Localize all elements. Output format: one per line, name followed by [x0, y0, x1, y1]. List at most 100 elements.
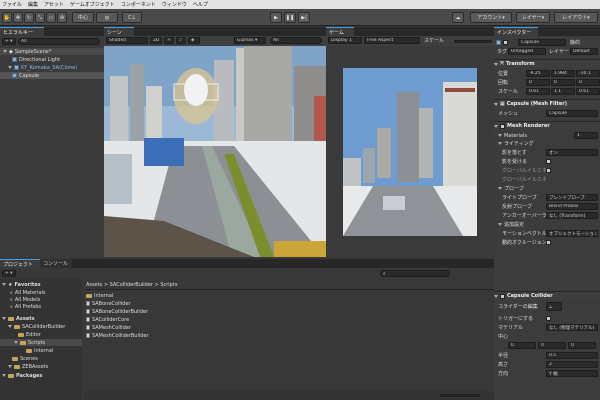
scale-slider[interactable]	[454, 40, 492, 43]
center-z[interactable]: 0	[568, 342, 596, 349]
transform-tool-icon[interactable]: ⊕	[57, 12, 67, 23]
radius-field[interactable]: 0.5	[546, 352, 598, 359]
hierarchy-search-input[interactable]: All	[18, 38, 100, 45]
meshrenderer-header[interactable]: Mesh Renderer	[494, 121, 600, 130]
menu-help[interactable]: ヘルプ	[193, 1, 208, 8]
2d-toggle[interactable]: 2D	[150, 37, 162, 44]
tree-folder[interactable]: SAColliderBuilder	[8, 323, 82, 330]
pause-button[interactable]: ❚❚	[284, 12, 296, 23]
pivot-toggle[interactable]: 中心	[72, 12, 94, 23]
tree-folder[interactable]: Internal	[26, 347, 82, 354]
game-viewport[interactable]	[343, 68, 477, 236]
collider-enabled-checkbox[interactable]	[500, 293, 505, 299]
effects-toggle[interactable]: ◈	[188, 37, 200, 44]
layers-dropdown[interactable]: レイヤー ▾	[516, 12, 550, 23]
scale-tool-icon[interactable]: ⤡	[35, 12, 45, 23]
center-y[interactable]: 0	[538, 342, 566, 349]
favorites-folder[interactable]: ★ Favorites	[2, 281, 82, 288]
reflection-probes-dropdown[interactable]: Blend Probes	[546, 203, 598, 210]
hierarchy-create-button[interactable]: + ▾	[2, 38, 16, 45]
menu-file[interactable]: ファイル	[2, 1, 22, 8]
tab-console[interactable]: コンソール	[40, 259, 72, 268]
tag-dropdown[interactable]: Untagged	[508, 48, 546, 55]
menu-gameobject[interactable]: ゲームオブジェクト	[70, 1, 115, 8]
hierarchy-item[interactable]: KY_Komaba_SA(Clone)	[0, 64, 104, 71]
layout-dropdown[interactable]: レイアウト ▾	[554, 12, 598, 23]
tab-inspector[interactable]: インスペクター	[494, 27, 538, 36]
scale-x[interactable]: 0.61	[526, 88, 550, 95]
tree-folder[interactable]: ZEBAssets	[8, 363, 82, 370]
tab-game[interactable]: ゲーム	[326, 27, 354, 36]
cast-shadows-dropdown[interactable]: オン	[546, 149, 598, 156]
shading-dropdown[interactable]: Shaded	[106, 37, 148, 44]
favorite-item[interactable]: ⌕ All Materials	[10, 289, 80, 296]
move-tool-icon[interactable]: ✥	[13, 12, 23, 23]
height-field[interactable]: 2	[546, 361, 598, 368]
gizmos-dropdown[interactable]: Gizmos ▾	[234, 37, 266, 44]
probes-foldout[interactable]: プローブ	[498, 185, 548, 192]
edit-collider-button[interactable]: ⟂	[546, 302, 562, 311]
tree-folder[interactable]: Scenes	[12, 355, 82, 362]
tab-hierarchy[interactable]: ヒエラルキー	[0, 27, 44, 36]
materials-foldout[interactable]: Materials	[498, 132, 538, 139]
rect-tool-icon[interactable]: ▭	[46, 12, 56, 23]
project-create-button[interactable]: + ▾	[2, 270, 16, 277]
tree-folder-selected[interactable]: Scripts	[0, 339, 82, 346]
file-item[interactable]: SABoneColliderBuilder	[86, 308, 286, 315]
meshfilter-header[interactable]: ▦ Capsule (Mesh Filter)	[494, 99, 600, 108]
menu-assets[interactable]: アセット	[44, 1, 64, 8]
static-toggle[interactable]: 静的	[570, 39, 598, 46]
play-button[interactable]: ▶	[270, 12, 282, 23]
transform-header[interactable]: ⤧ Transform	[494, 59, 600, 68]
capsulecollider-header[interactable]: Capsule Collider	[494, 291, 600, 300]
layer-dropdown[interactable]: Default	[570, 48, 598, 55]
motion-vectors-dropdown[interactable]: オブジェクトモーション	[546, 230, 598, 237]
is-trigger-checkbox[interactable]	[546, 316, 551, 321]
tree-folder[interactable]: Editor	[18, 331, 82, 338]
scale-z[interactable]: 0.61	[576, 88, 600, 95]
lighting-toggle[interactable]: ☼	[164, 37, 174, 44]
materials-count[interactable]: 1	[574, 132, 598, 139]
scale-y[interactable]: 1.1	[551, 88, 575, 95]
scene-viewport[interactable]	[104, 46, 326, 257]
menu-edit[interactable]: 編集	[28, 1, 38, 8]
audio-toggle[interactable]: ♪	[176, 37, 186, 44]
rotation-y[interactable]: 0	[551, 79, 575, 86]
hierarchy-item[interactable]: Capsule	[0, 72, 104, 79]
tab-project[interactable]: プロジェクト	[0, 259, 40, 268]
collider-material-field[interactable]: なし (物理マテリアル)	[546, 324, 598, 331]
favorite-item[interactable]: ⌕ All Prefabs	[10, 303, 80, 310]
scene-search-input[interactable]: All	[270, 37, 322, 44]
assets-folder[interactable]: Assets	[2, 315, 82, 322]
mesh-field[interactable]: Capsule	[546, 110, 598, 117]
file-item[interactable]: SAColliderCore	[86, 316, 286, 323]
scene-row[interactable]: ◆ SampleScene*	[0, 48, 104, 55]
hierarchy-item[interactable]: Directional Light	[0, 56, 104, 63]
position-x[interactable]: -9.25	[526, 70, 550, 77]
additional-settings-foldout[interactable]: 追加設定	[498, 221, 548, 228]
rotation-x[interactable]: 0	[526, 79, 550, 86]
file-item[interactable]: SAMeshColliderBuilder	[86, 332, 286, 339]
icon-size-slider[interactable]	[440, 394, 480, 397]
account-dropdown[interactable]: アカウント ▾	[470, 12, 512, 23]
dynamic-occlusion-checkbox[interactable]	[546, 240, 551, 245]
position-y[interactable]: 1.984	[551, 70, 575, 77]
collab-button[interactable]: C↓	[122, 12, 142, 23]
display-dropdown[interactable]: Display 1	[328, 37, 362, 44]
light-probes-dropdown[interactable]: ブレンドプローブ	[546, 194, 598, 201]
menu-window[interactable]: ウィンドウ	[162, 1, 187, 8]
lighting-foldout[interactable]: ライティング	[498, 140, 548, 147]
global-toggle[interactable]: ◍	[96, 12, 118, 23]
center-x[interactable]: 0	[508, 342, 536, 349]
anchor-override-field[interactable]: なし (Transform)	[546, 212, 598, 219]
position-z[interactable]: -10.1	[576, 70, 600, 77]
rotation-z[interactable]: 0	[576, 79, 600, 86]
hand-tool-icon[interactable]: ✋	[2, 12, 12, 23]
renderer-enabled-checkbox[interactable]	[500, 123, 505, 129]
cloud-button[interactable]: ☁	[452, 12, 464, 23]
tab-scene[interactable]: シーン	[104, 27, 134, 36]
file-item[interactable]: Internal	[86, 292, 286, 299]
project-search-input[interactable]: ⌕	[380, 270, 450, 277]
favorite-item[interactable]: ⌕ All Models	[10, 296, 80, 303]
file-item[interactable]: SABoneCollider	[86, 300, 286, 307]
